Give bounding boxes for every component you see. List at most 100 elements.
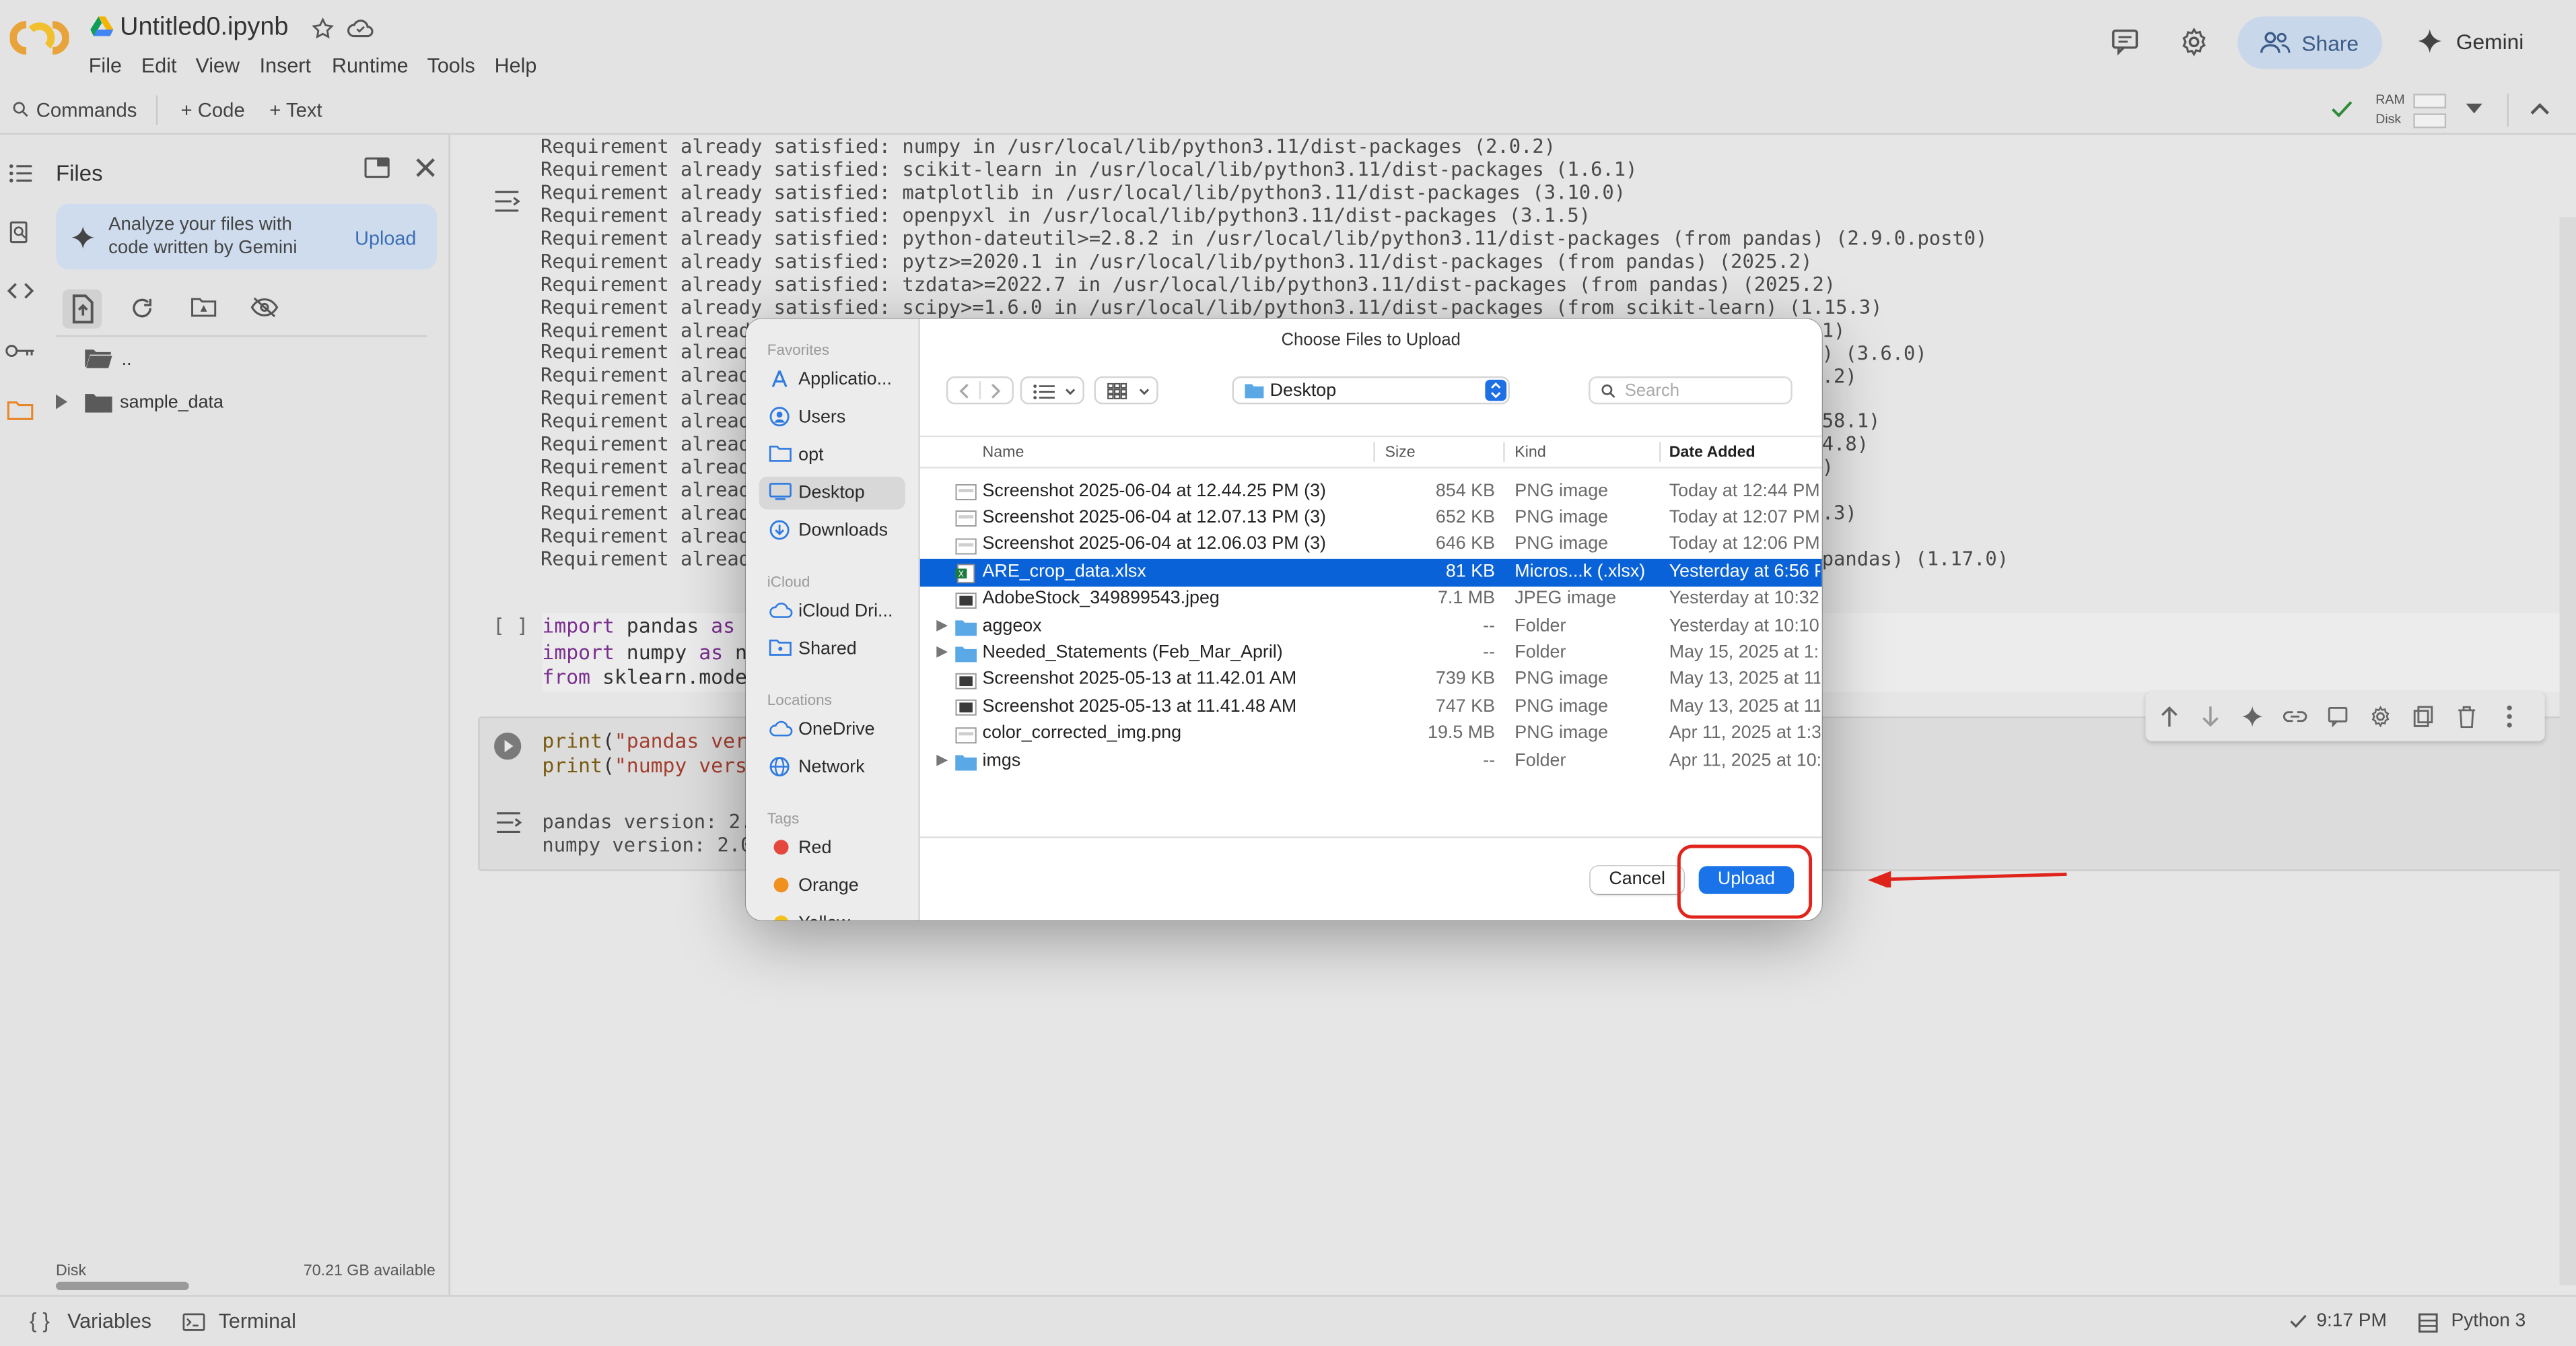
delete-cell-icon[interactable]	[2456, 705, 2478, 729]
upload-file-icon[interactable]	[62, 289, 102, 329]
settings-gear-icon[interactable]	[2178, 26, 2209, 57]
gemini-cell-icon[interactable]	[2241, 705, 2264, 728]
grid-view-button[interactable]	[1094, 376, 1158, 405]
runtime-type[interactable]: Python 3	[2451, 1312, 2526, 1331]
gemini-analyze-card[interactable]: Analyze your files with code written by …	[55, 203, 438, 270]
file-row[interactable]: color_corrected_img.png 19.5 MB PNG image A…	[920, 721, 1822, 748]
gemini-label[interactable]: Gemini	[2456, 30, 2524, 55]
vertical-scrollbar[interactable]	[2559, 217, 2576, 1285]
file-row[interactable]: ▶ aggeox -- Folder Yesterday at 10:10	[920, 613, 1822, 640]
file-row[interactable]: X ARE_crop_data.xlsx 81 KB Micros...k (.xls…	[919, 559, 1822, 586]
sidebar-item-shared[interactable]: Shared	[759, 633, 905, 666]
sidebar-item-opt[interactable]: opt	[759, 439, 905, 472]
commands-button[interactable]: Commands	[36, 98, 137, 121]
folder-icon	[955, 755, 977, 771]
move-up-icon[interactable]	[2159, 705, 2180, 728]
disclosure-chevron-icon[interactable]: ▶	[936, 616, 948, 634]
back-forward-group	[946, 376, 1014, 405]
code-snippets-icon[interactable]	[7, 281, 34, 300]
link-icon[interactable]	[2282, 707, 2308, 727]
menu-tools[interactable]: Tools	[427, 55, 475, 77]
cancel-button[interactable]: Cancel	[1590, 866, 1684, 894]
find-replace-icon[interactable]	[8, 220, 31, 246]
tree-item-parent[interactable]: ..	[82, 343, 411, 376]
menu-insert[interactable]: Insert	[260, 55, 311, 77]
menu-view[interactable]: View	[195, 55, 240, 77]
resources-dropdown-icon[interactable]	[2466, 103, 2482, 115]
tag-orange[interactable]: Orange	[759, 869, 905, 902]
connected-check-icon[interactable]	[2330, 98, 2355, 120]
files-folder-icon[interactable]	[7, 399, 34, 421]
sidebar-item-network[interactable]: Network	[759, 751, 905, 784]
open-in-tab-icon[interactable]	[363, 156, 390, 179]
sidebar-item-desktop[interactable]: Desktop	[759, 476, 905, 510]
sidebar-item-applications[interactable]: Applicatio...	[759, 363, 905, 396]
file-row[interactable]: ▶ imgs -- Folder Apr 11, 2025 at 10:	[920, 748, 1822, 775]
menu-runtime[interactable]: Runtime	[332, 55, 409, 77]
collapse-chevron-up-icon[interactable]	[2530, 102, 2550, 115]
file-row[interactable]: AdobeStock_349899543.jpeg 7.1 MB JPEG imag…	[920, 586, 1822, 613]
terminal-icon[interactable]	[182, 1313, 205, 1331]
notebook-title[interactable]: Untitled0.ipynb	[120, 13, 288, 43]
col-kind[interactable]: Kind	[1515, 444, 1545, 462]
secrets-key-icon[interactable]	[5, 342, 36, 360]
location-popup[interactable]: Desktop	[1232, 376, 1510, 405]
sidebar-item-downloads[interactable]: Downloads	[759, 514, 905, 547]
run-cell-icon[interactable]	[493, 731, 522, 761]
tag-red[interactable]: Red	[759, 832, 905, 865]
col-date-added[interactable]: Date Added	[1669, 444, 1755, 462]
output-actions-icon[interactable]	[495, 810, 522, 835]
cell-settings-icon[interactable]	[2369, 705, 2392, 728]
back-chevron-icon[interactable]	[958, 383, 969, 399]
file-row[interactable]: Screenshot 2025-06-04 at 12.07.13 PM (3)…	[920, 505, 1822, 532]
col-name[interactable]: Name	[983, 444, 1024, 462]
disclosure-chevron-icon[interactable]: ▶	[936, 751, 948, 769]
print-output-1: pandas version: 2.	[542, 810, 753, 834]
close-panel-icon[interactable]	[415, 158, 435, 177]
sidebar-item-icloud-drive[interactable]: iCloud Dri...	[759, 595, 905, 628]
disclosure-chevron-icon[interactable]: ▶	[936, 643, 948, 661]
star-icon[interactable]	[310, 16, 335, 41]
sidebar-item-onedrive[interactable]: OneDrive	[759, 713, 905, 746]
colab-logo-icon[interactable]	[9, 20, 69, 56]
refresh-icon[interactable]	[130, 296, 155, 321]
list-view-button[interactable]	[1020, 376, 1084, 405]
terminal-tab[interactable]: Terminal	[219, 1310, 296, 1333]
col-size[interactable]: Size	[1385, 444, 1415, 462]
sidebar-item-users[interactable]: Users	[759, 401, 905, 434]
file-size: --	[1483, 615, 1496, 636]
gemini-upload-link[interactable]: Upload	[355, 227, 416, 250]
file-row[interactable]: Screenshot 2025-05-13 at 11.41.48 AM 747 …	[920, 694, 1822, 720]
comment-icon[interactable]	[2110, 26, 2140, 56]
tag-yellow[interactable]: Yellow	[759, 907, 905, 920]
move-down-icon[interactable]	[2200, 705, 2221, 728]
table-of-contents-icon[interactable]	[8, 163, 33, 184]
chevron-right-icon[interactable]	[55, 394, 68, 409]
file-row[interactable]: Screenshot 2025-05-13 at 11.42.01 AM 739 …	[920, 667, 1822, 694]
file-row[interactable]: ▶ Needed_Statements (Feb_Mar_April) -- Fold…	[920, 640, 1822, 667]
add-code-button[interactable]: + Code	[180, 98, 244, 121]
hide-files-eye-icon[interactable]	[250, 296, 279, 318]
variables-tab[interactable]: Variables	[67, 1310, 151, 1333]
mirror-cell-icon[interactable]	[2412, 705, 2435, 728]
column-header: Name Size Kind Date Added	[919, 435, 1822, 469]
mount-drive-icon[interactable]	[190, 296, 217, 318]
tree-item-sample-data[interactable]: sample_data	[53, 386, 414, 419]
more-vert-icon[interactable]	[2505, 705, 2513, 728]
comment-cell-icon[interactable]	[2326, 705, 2349, 728]
menu-help[interactable]: Help	[495, 55, 537, 77]
menu-edit[interactable]: Edit	[141, 55, 177, 77]
search-field[interactable]: Search	[1589, 376, 1792, 405]
cloud-saved-icon[interactable]	[347, 16, 374, 39]
output-actions-icon[interactable]	[493, 189, 520, 214]
output-line-tail: 4.8)	[1821, 432, 1869, 456]
forward-chevron-icon[interactable]	[991, 383, 1002, 399]
add-text-button[interactable]: + Text	[269, 98, 322, 121]
variables-braces-icon[interactable]: { }	[30, 1308, 50, 1333]
file-row[interactable]: Screenshot 2025-06-04 at 12.06.03 PM (3)…	[920, 532, 1822, 559]
cell-run-prompt[interactable]: [ ]	[493, 615, 528, 638]
file-row[interactable]: Screenshot 2025-06-04 at 12.44.25 PM (3)…	[920, 478, 1822, 505]
gemini-sparkle-icon[interactable]	[2416, 28, 2443, 54]
share-button[interactable]: Share	[2237, 16, 2382, 69]
menu-file[interactable]: File	[89, 55, 122, 77]
